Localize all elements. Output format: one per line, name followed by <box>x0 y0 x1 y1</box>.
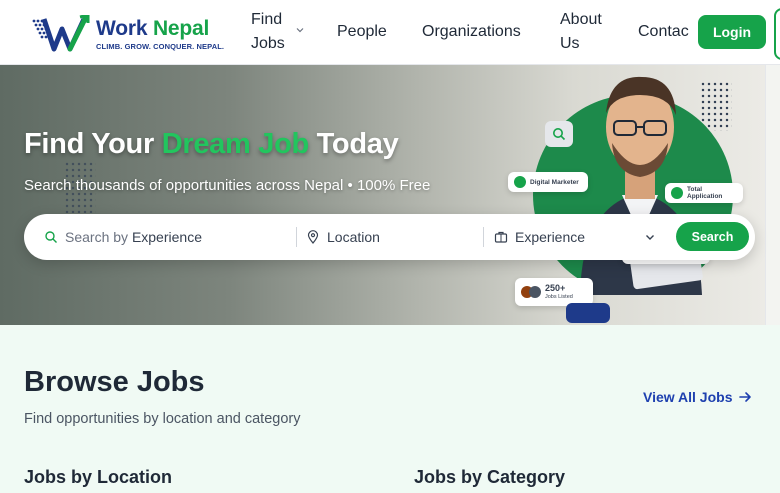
divider <box>483 227 484 247</box>
search-icon <box>553 128 566 141</box>
jobs-count: 250+ <box>545 283 566 294</box>
chevron-down-icon[interactable] <box>644 231 656 243</box>
nav-people[interactable]: People <box>337 20 387 44</box>
job-search-bar: Search by Experience Location Experience… <box>24 214 755 260</box>
decorative-pill <box>566 303 610 323</box>
view-all-label: View All Jobs <box>643 389 733 405</box>
briefcase-icon <box>494 231 508 243</box>
jobs-label: Jobs Listed <box>545 293 573 300</box>
jobs-listed-card: 250+ Jobs Listed <box>515 278 593 306</box>
arrow-right-icon <box>739 392 752 402</box>
hero-title: Find Your Dream Job Today <box>24 128 399 161</box>
jobs-listed-text: 250+ Jobs Listed <box>545 283 573 300</box>
location-input[interactable]: Location <box>306 214 486 260</box>
jobs-by-location-heading: Jobs by Location <box>24 467 173 487</box>
keyword-search-input[interactable]: Search by Experience <box>44 214 294 260</box>
hero-title-highlight: Dream Job <box>161 128 309 160</box>
search-icon <box>45 231 57 243</box>
chevron-down-icon[interactable] <box>296 26 304 34</box>
experience-select[interactable]: Experience <box>494 214 664 260</box>
browse-jobs-subtitle: Find opportunities by location and categ… <box>24 411 301 427</box>
avatar <box>514 176 526 188</box>
logo-title: Work Nepal <box>96 18 224 39</box>
hero-title-part2: Today <box>316 128 399 160</box>
search-button[interactable]: Search <box>676 222 749 251</box>
login-button[interactable]: Login <box>698 15 766 49</box>
browse-jobs-title: Browse Jobs <box>24 366 205 398</box>
keyword-prefix: Search by <box>65 229 129 245</box>
nav-organizations[interactable]: Organizations <box>422 20 521 44</box>
view-all-jobs-link[interactable]: View All Jobs <box>643 389 752 405</box>
logo-mark-icon <box>32 15 90 52</box>
total-application-label: Total Application <box>687 186 723 200</box>
hero-edge-strip <box>765 65 780 325</box>
divider <box>296 227 297 247</box>
nav-about-us[interactable]: About Us <box>560 8 610 56</box>
experience-value: Experience <box>515 229 586 245</box>
logo-word-nepal: Nepal <box>152 16 210 40</box>
search-bubble <box>545 121 573 147</box>
map-pin-icon <box>307 230 319 244</box>
logo-tagline: CLIMB. GROW. CONQUER. NEPAL. <box>96 41 225 51</box>
digital-marketer-card: Digital Marketer <box>508 172 588 192</box>
keyword-value: Experience <box>131 229 202 245</box>
work-nepal-logo[interactable]: Work Nepal CLIMB. GROW. CONQUER. NEPAL. <box>30 14 235 54</box>
total-application-card: Total Application <box>665 183 743 203</box>
logo-text: Work Nepal CLIMB. GROW. CONQUER. NEPAL. <box>96 18 224 51</box>
signup-button-partial[interactable] <box>774 8 780 60</box>
hero-title-part1: Find Your <box>24 128 154 160</box>
avatar <box>529 286 541 298</box>
nav-find-jobs[interactable]: Find Jobs <box>251 8 291 56</box>
nav-contact[interactable]: Contac <box>638 20 689 44</box>
hero-subtitle: Search thousands of opportunities across… <box>24 177 431 194</box>
logo-word-work: Work <box>96 16 148 40</box>
location-placeholder: Location <box>327 229 380 245</box>
hero-banner: Digital Marketer Total Application 250+ … <box>0 65 765 325</box>
avatar <box>671 187 683 199</box>
jobs-by-category-heading: Jobs by Category <box>414 467 566 487</box>
site-header: Work Nepal CLIMB. GROW. CONQUER. NEPAL. … <box>0 0 780 65</box>
digital-marketer-label: Digital Marketer <box>530 178 579 186</box>
